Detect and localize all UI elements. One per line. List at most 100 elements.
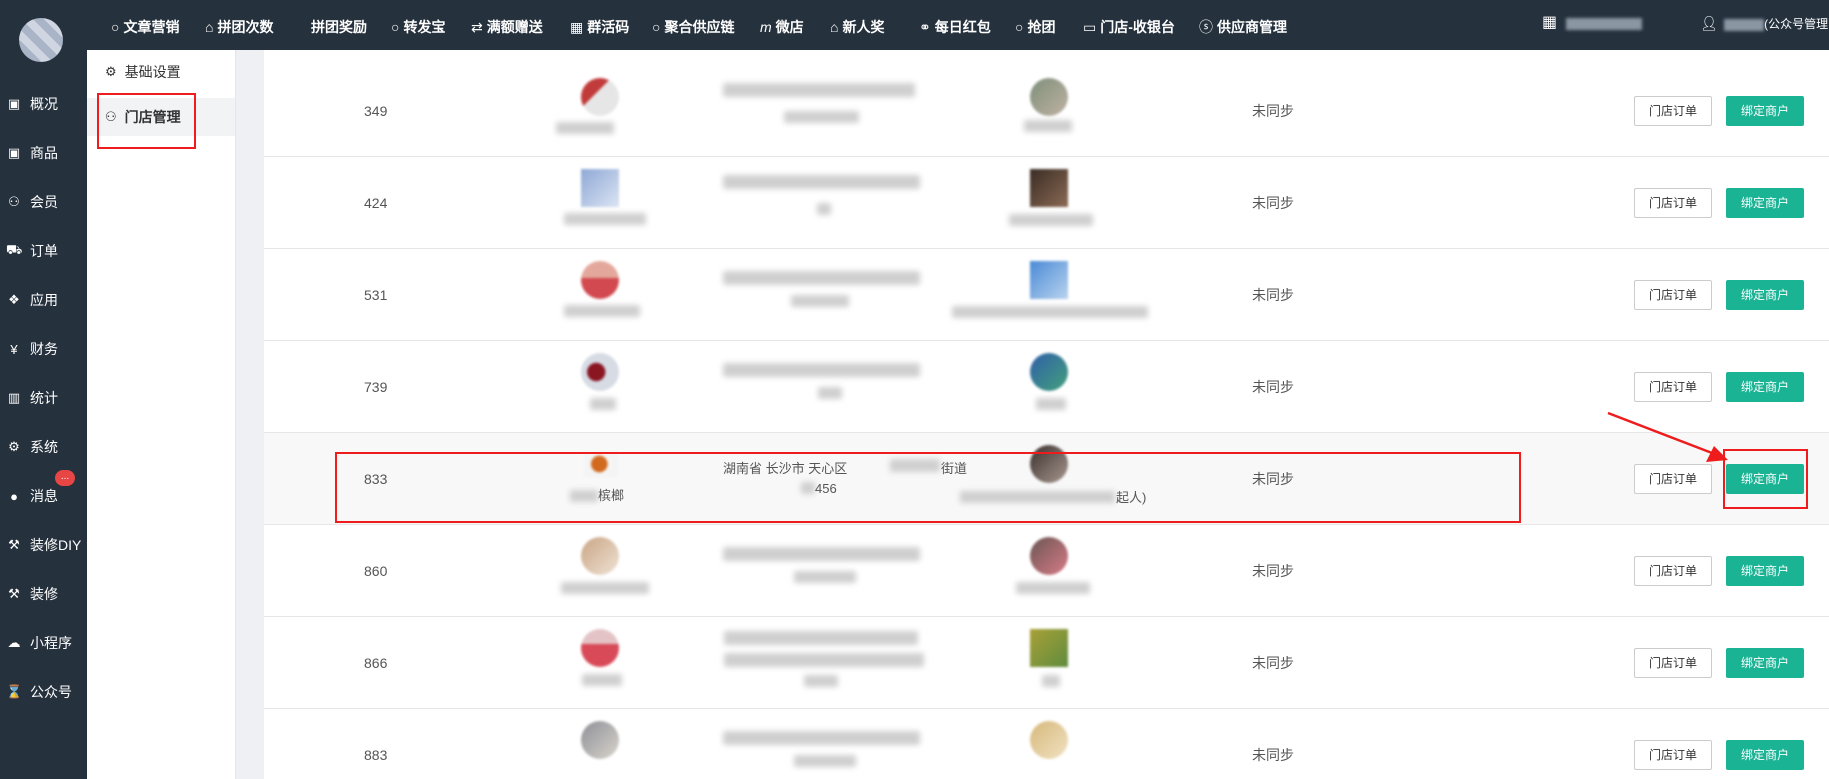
circle-icon: ○ — [1015, 19, 1024, 35]
store-orders-button[interactable]: 门店订单 — [1634, 96, 1712, 126]
subnav-basic-settings[interactable]: ⚙ 基础设置 — [87, 53, 235, 91]
store-id: 860 — [364, 563, 388, 579]
topnav-group-qrcode[interactable]: ▦ 群活码 — [570, 0, 629, 50]
bind-merchant-button[interactable]: 绑定商户 — [1726, 556, 1804, 586]
owner-avatar — [1030, 353, 1068, 391]
sidebar-item-stats[interactable]: ▥ 统计 — [0, 378, 87, 418]
store-orders-button[interactable]: 门店订单 — [1634, 648, 1712, 678]
topnav-article-marketing[interactable]: ○ 文章营销 — [111, 0, 179, 50]
sidebar-item-goods[interactable]: ▣ 商品 — [0, 133, 87, 173]
store-id: 424 — [364, 195, 388, 211]
bar-chart-icon: ▥ — [7, 390, 21, 405]
goods-icon: ▣ — [7, 145, 21, 160]
owner-name-blurred — [1009, 214, 1093, 226]
sidebar-item-finance[interactable]: ¥ 财务 — [0, 329, 87, 369]
app-switcher[interactable]: ▦ — [1542, 0, 1643, 50]
store-id: 349 — [364, 103, 388, 119]
bind-merchant-button[interactable]: 绑定商户 — [1726, 96, 1804, 126]
main-sidebar: ▣ 概况 ▣ 商品 ⚇ 会员 ⛟ 订单 ❖ 应用 ¥ 财务 ▥ 统计 ⚙ 系统 ● 消息 ... … — [0, 0, 87, 779]
topnav-supply-chain[interactable]: ○ 聚合供应链 — [652, 0, 734, 50]
store-orders-button[interactable]: 门店订单 — [1634, 740, 1712, 770]
topnav-group-reward[interactable]: 拼团奖励 — [311, 0, 367, 50]
topnav-grab-group[interactable]: ○ 抢团 — [1015, 0, 1055, 50]
owner-name-blurred — [1024, 120, 1072, 132]
owner-name-blurred — [1042, 675, 1060, 687]
sidebar-item-system[interactable]: ⚙ 系统 — [0, 427, 87, 467]
link-icon: ⚭ — [919, 19, 931, 35]
hourglass-icon: ⌛ — [6, 684, 23, 699]
owner-avatar — [1030, 261, 1068, 299]
store-id: 883 — [364, 747, 388, 763]
sidebar-item-messages[interactable]: ● 消息 — [0, 476, 87, 516]
sidebar-item-members[interactable]: ⚇ 会员 — [0, 182, 87, 222]
user-menu[interactable]: 👤︎ (公众号管理 — [1700, 0, 1828, 50]
cogs-icon: ⚙ — [8, 439, 20, 454]
store-address-line2-blurred — [791, 295, 849, 307]
topnav-daily-redpacket[interactable]: ⚭ 每日红包 — [919, 0, 991, 50]
cubes-icon: ⌂ — [205, 19, 214, 35]
store-address-blurred — [723, 83, 915, 97]
topnav-store-cashier[interactable]: ▭ 门店-收银台 — [1083, 0, 1175, 50]
cubes-icon: ⌂ — [830, 19, 839, 35]
store-orders-button[interactable]: 门店订单 — [1634, 556, 1712, 586]
sidebar-item-apps[interactable]: ❖ 应用 — [0, 280, 87, 320]
skype-icon: ⓢ — [1199, 19, 1213, 35]
m-icon: m — [760, 19, 772, 35]
topnav-group-times[interactable]: ⌂ 拼团次数 — [205, 0, 273, 50]
owner-name-blurred — [952, 306, 1148, 318]
bind-merchant-button[interactable]: 绑定商户 — [1726, 280, 1804, 310]
store-orders-button[interactable]: 门店订单 — [1634, 280, 1712, 310]
sync-status: 未同步 — [1252, 287, 1294, 303]
owner-avatar — [1030, 78, 1068, 116]
store-address-line2-blurred — [818, 387, 842, 399]
sidebar-item-decor-diy[interactable]: ⚒ 装修DIY — [0, 525, 87, 565]
topnav-forward[interactable]: ○ 转发宝 — [391, 0, 445, 50]
store-avatar — [581, 169, 619, 207]
store-address-blurred — [723, 547, 920, 561]
store-address-line3-blurred — [804, 675, 838, 687]
store-avatar — [581, 721, 619, 759]
store-address-blurred — [723, 731, 920, 745]
store-name-blurred — [564, 305, 640, 317]
sidebar-item-overview[interactable]: ▣ 概况 — [0, 84, 87, 124]
username-blurred — [1724, 18, 1765, 31]
gavel-icon: ⚒ — [8, 537, 20, 552]
sidebar-item-official-account[interactable]: ⌛ 公众号 — [0, 672, 87, 712]
store-orders-button[interactable]: 门店订单 — [1634, 372, 1712, 402]
store-id: 739 — [364, 379, 388, 395]
topnav-newcomer-reward[interactable]: ⌂ 新人奖 — [830, 0, 884, 50]
store-name-blurred — [582, 674, 622, 686]
users-icon: ⚇ — [8, 194, 20, 209]
bind-merchant-button[interactable]: 绑定商户 — [1726, 648, 1804, 678]
gavel-icon: ⚒ — [8, 586, 20, 601]
owner-name-blurred — [1016, 582, 1090, 594]
store-address-line2-blurred — [794, 755, 856, 767]
owner-name-blurred — [1036, 398, 1066, 410]
bind-merchant-button[interactable]: 绑定商户 — [1726, 188, 1804, 218]
circle-icon: ○ — [391, 19, 400, 35]
topnav-micro-shop[interactable]: m 微店 — [760, 0, 804, 50]
dashboard-icon: ▣ — [7, 96, 21, 111]
sync-status: 未同步 — [1252, 563, 1294, 579]
cashier-icon: ▭ — [1083, 19, 1097, 35]
bind-merchant-button[interactable]: 绑定商户 — [1726, 372, 1804, 402]
store-address-line2-blurred — [794, 571, 856, 583]
app-logo[interactable] — [19, 18, 63, 62]
store-address-line2-blurred — [817, 203, 831, 215]
store-address-line2-blurred — [724, 653, 924, 667]
sync-status: 未同步 — [1252, 103, 1294, 119]
sidebar-item-orders[interactable]: ⛟ 订单 — [0, 231, 87, 271]
store-address-blurred — [723, 363, 920, 377]
annotation-arrow — [1607, 411, 1728, 462]
topnav-supplier-mgmt[interactable]: ⓢ 供应商管理 — [1199, 0, 1287, 50]
owner-avatar — [1030, 169, 1068, 207]
sidebar-item-miniprogram[interactable]: ☁ 小程序 — [0, 623, 87, 663]
owner-avatar — [1030, 629, 1068, 667]
apps-icon: ❖ — [8, 292, 20, 307]
store-orders-button[interactable]: 门店订单 — [1634, 188, 1712, 218]
bind-merchant-button[interactable]: 绑定商户 — [1726, 740, 1804, 770]
store-avatar — [581, 629, 619, 667]
table-row: 739 未同步 门店订单 绑定商户 — [264, 341, 1829, 433]
topnav-full-gift[interactable]: ⇄ 满额赠送 — [471, 0, 543, 50]
sidebar-item-decor[interactable]: ⚒ 装修 — [0, 574, 87, 614]
